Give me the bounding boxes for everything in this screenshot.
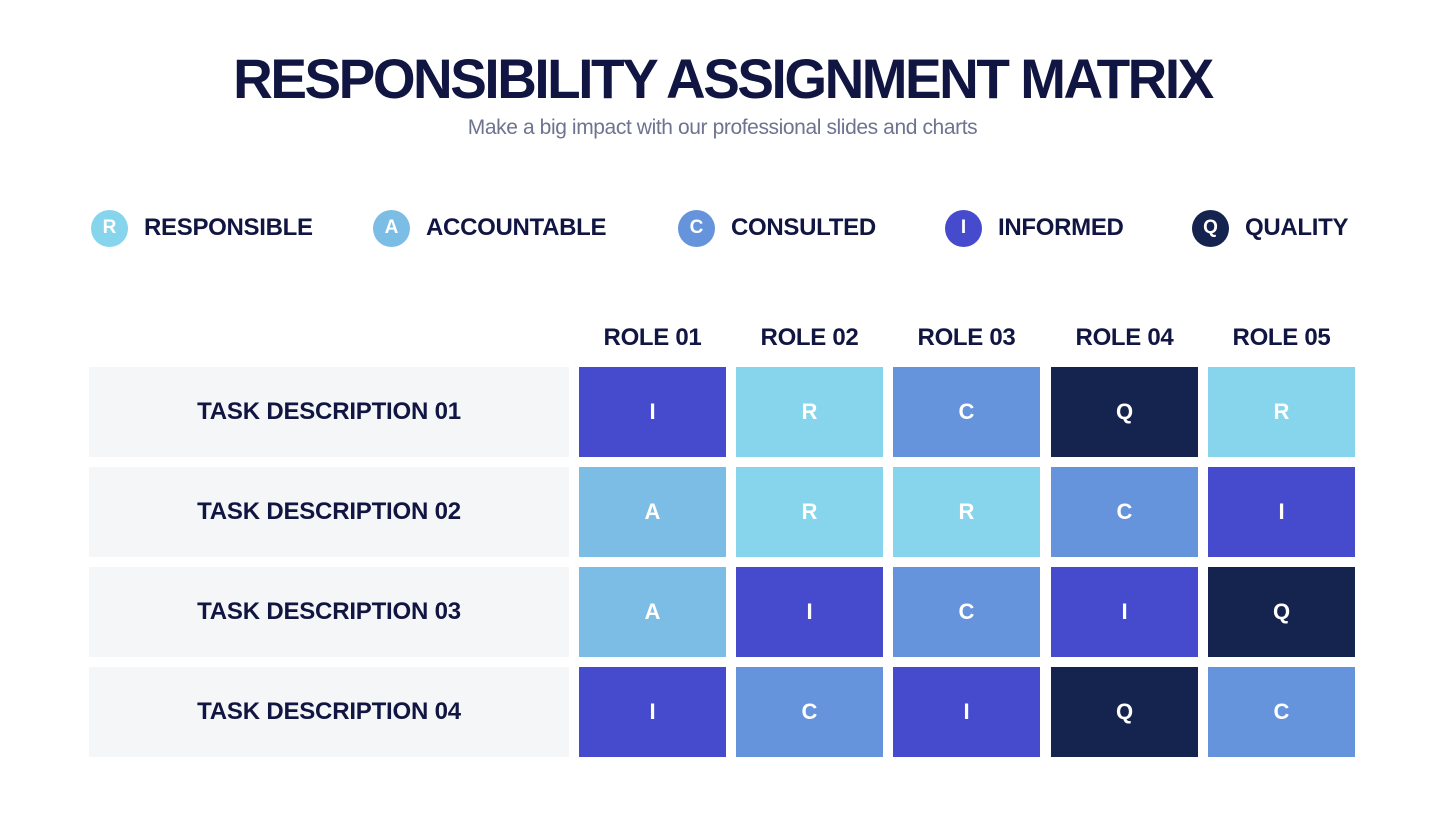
page-title: RESPONSIBILITY ASSIGNMENT MATRIX xyxy=(233,47,1214,110)
matrix-cell: I xyxy=(1208,467,1355,557)
matrix-cell: Q xyxy=(1051,667,1198,757)
matrix-cell: A xyxy=(579,567,726,657)
role-header-01: ROLE 01 xyxy=(603,324,702,351)
matrix-cell: C xyxy=(1051,467,1198,557)
matrix-cell: R xyxy=(736,367,883,457)
responsible-badge-icon: R xyxy=(91,209,128,247)
matrix-cell: I xyxy=(893,667,1040,757)
matrix-cell: C xyxy=(893,367,1040,457)
matrix-cell: C xyxy=(736,667,883,757)
matrix-cell: I xyxy=(1051,567,1198,657)
legend-item-accountable: A ACCOUNTABLE xyxy=(373,209,607,247)
matrix-cell: R xyxy=(893,467,1040,557)
page-subtitle: Make a big impact with our professional … xyxy=(467,116,978,139)
matrix-cell: Q xyxy=(1051,367,1198,457)
task-description-02: TASK DESCRIPTION 02 xyxy=(89,467,569,557)
task-description-01: TASK DESCRIPTION 01 xyxy=(89,367,569,457)
accountable-badge-icon: A xyxy=(373,209,410,247)
legend-label: INFORMED xyxy=(998,214,1124,241)
task-description-04: TASK DESCRIPTION 04 xyxy=(89,667,569,757)
matrix-cell: I xyxy=(579,367,726,457)
consulted-badge-icon: C xyxy=(678,209,715,247)
matrix-cell: R xyxy=(736,467,883,557)
role-header-02: ROLE 02 xyxy=(760,324,859,351)
legend-item-consulted: C CONSULTED xyxy=(678,209,876,247)
informed-badge-icon: I xyxy=(945,209,982,247)
matrix-cell: C xyxy=(893,567,1040,657)
matrix-cell: C xyxy=(1208,667,1355,757)
role-header-04: ROLE 04 xyxy=(1075,324,1174,351)
task-description-03: TASK DESCRIPTION 03 xyxy=(89,567,569,657)
legend-item-responsible: R RESPONSIBLE xyxy=(91,209,313,247)
matrix-cell: Q xyxy=(1208,567,1355,657)
matrix-cell: I xyxy=(736,567,883,657)
matrix-cell: A xyxy=(579,467,726,557)
legend-label: ACCOUNTABLE xyxy=(426,214,607,241)
legend-label: CONSULTED xyxy=(731,214,876,241)
role-header-03: ROLE 03 xyxy=(917,324,1016,351)
quality-badge-icon: Q xyxy=(1192,209,1229,247)
legend-label: QUALITY xyxy=(1245,214,1349,241)
legend-label: RESPONSIBLE xyxy=(144,214,313,241)
matrix-cell: I xyxy=(579,667,726,757)
legend-item-informed: I INFORMED xyxy=(945,209,1124,247)
matrix-cell: R xyxy=(1208,367,1355,457)
legend: R RESPONSIBLE A ACCOUNTABLE C CONSULTED … xyxy=(0,209,1445,247)
role-header-05: ROLE 05 xyxy=(1232,324,1331,351)
legend-item-quality: Q QUALITY xyxy=(1192,209,1349,247)
